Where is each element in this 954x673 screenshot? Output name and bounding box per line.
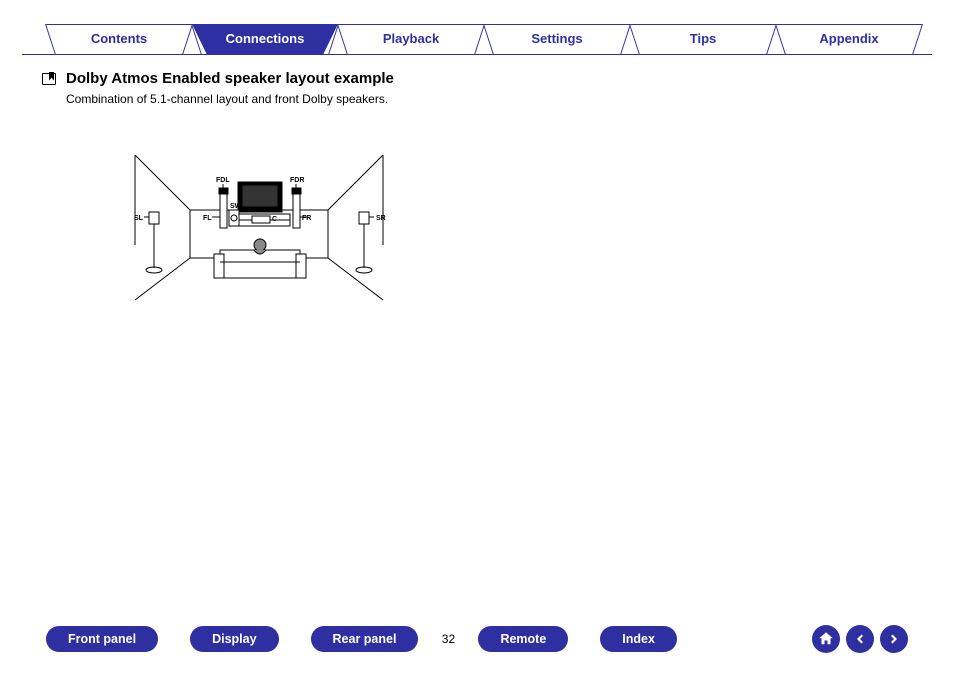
tab-connections[interactable]: Connections — [192, 24, 338, 54]
arrow-right-icon[interactable] — [880, 625, 908, 653]
pill-label: Index — [622, 632, 655, 646]
section-heading: Dolby Atmos Enabled speaker layout examp… — [42, 70, 394, 106]
nav-rear-panel[interactable]: Rear panel — [311, 626, 419, 652]
tab-underline — [22, 54, 932, 55]
speaker-layout-diagram: SL SR FL FR FDL FDR SW C — [130, 150, 388, 310]
label-fdr: FDR — [290, 177, 304, 184]
label-c: C — [272, 216, 277, 223]
tab-label: Appendix — [819, 31, 878, 46]
label-sl: SL — [134, 215, 144, 222]
tab-label: Contents — [91, 31, 147, 46]
tab-label: Playback — [383, 31, 439, 46]
label-sr: SR — [376, 215, 386, 222]
tab-tips[interactable]: Tips — [630, 24, 776, 54]
arrow-left-icon[interactable] — [846, 625, 874, 653]
tab-label: Settings — [531, 31, 582, 46]
bookmark-icon — [42, 73, 56, 85]
pill-label: Display — [212, 632, 256, 646]
nav-front-panel[interactable]: Front panel — [46, 626, 158, 652]
label-fr: FR — [302, 215, 311, 222]
label-sw: SW — [230, 203, 242, 210]
label-fl: FL — [203, 215, 212, 222]
tab-settings[interactable]: Settings — [484, 24, 630, 54]
pill-label: Remote — [500, 632, 546, 646]
tab-label: Connections — [226, 31, 305, 46]
pill-label: Front panel — [68, 632, 136, 646]
tab-appendix[interactable]: Appendix — [776, 24, 922, 54]
pill-label: Rear panel — [333, 632, 397, 646]
tab-label: Tips — [690, 31, 717, 46]
nav-remote[interactable]: Remote — [478, 626, 568, 652]
nav-index[interactable]: Index — [600, 626, 677, 652]
tab-playback[interactable]: Playback — [338, 24, 484, 54]
nav-display[interactable]: Display — [190, 626, 278, 652]
page-number: 32 — [418, 632, 478, 646]
bottom-nav: Front panel Display Rear panel 32 Remote… — [46, 625, 908, 653]
page-title: Dolby Atmos Enabled speaker layout examp… — [66, 70, 394, 87]
top-tabs: Contents Connections Playback Settings T… — [46, 24, 922, 54]
label-fdl: FDL — [216, 177, 230, 184]
home-icon[interactable] — [812, 625, 840, 653]
tab-contents[interactable]: Contents — [46, 24, 192, 54]
page-subtitle: Combination of 5.1-channel layout and fr… — [66, 92, 394, 106]
